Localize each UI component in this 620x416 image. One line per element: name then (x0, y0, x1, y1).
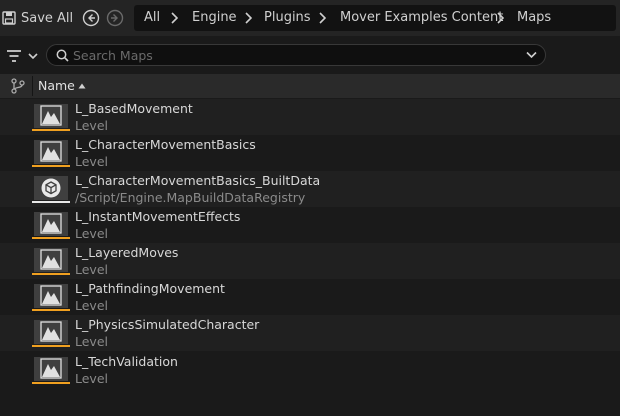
save-all-label: Save All (21, 10, 74, 26)
level-icon (32, 104, 70, 131)
column-header: Name (0, 74, 620, 99)
asset-type: Level (75, 371, 108, 386)
filter-icon[interactable] (6, 48, 40, 64)
asset-type: Level (75, 298, 108, 313)
save-all-button[interactable]: Save All (2, 9, 73, 27)
asset-name: L_CharacterMovementBasics_BuiltData (75, 173, 321, 188)
level-icon (32, 140, 70, 167)
asset-row[interactable]: L_CharacterMovementBasics_BuiltData /Scr… (0, 171, 620, 207)
search-input[interactable] (73, 46, 513, 64)
asset-row[interactable]: L_PathfindingMovement Level (0, 279, 620, 315)
filter-row (0, 42, 620, 70)
asset-name: L_LayeredMoves (75, 245, 179, 260)
breadcrumb-item-engine[interactable]: Engine (192, 5, 237, 31)
asset-type: Level (75, 262, 108, 277)
asset-type: Level (75, 226, 108, 241)
asset-type: Level (75, 334, 108, 349)
source-control-icon[interactable] (10, 78, 26, 94)
chevron-down-icon[interactable] (526, 51, 537, 59)
breadcrumb-item-plugins[interactable]: Plugins (264, 5, 311, 31)
level-icon (32, 248, 70, 275)
content-browser-toolbar: Save All All Engine Plugins Mover Exampl… (0, 0, 620, 36)
level-icon (32, 320, 70, 347)
level-icon (32, 212, 70, 239)
column-divider[interactable] (32, 76, 33, 96)
asset-name: L_BasedMovement (75, 101, 193, 116)
asset-name: L_InstantMovementEffects (75, 209, 241, 224)
search-box (46, 44, 546, 66)
asset-row[interactable]: L_InstantMovementEffects Level (0, 207, 620, 243)
chevron-right-icon[interactable] (244, 12, 252, 24)
level-icon (32, 357, 70, 384)
asset-row[interactable]: L_CharacterMovementBasics Level (0, 135, 620, 171)
breadcrumb-item-mover-examples-content[interactable]: Mover Examples Content (340, 5, 503, 31)
breadcrumb-item-maps[interactable]: Maps (517, 5, 551, 31)
asset-row[interactable]: L_LayeredMoves Level (0, 243, 620, 279)
forward-arrow-icon[interactable] (106, 9, 124, 27)
asset-row[interactable]: L_PhysicsSimulatedCharacter Level (0, 315, 620, 351)
asset-type: Level (75, 118, 108, 133)
asset-row[interactable]: L_TechValidation Level (0, 352, 620, 388)
breadcrumb-item-all[interactable]: All (144, 5, 160, 31)
asset-name: L_PhysicsSimulatedCharacter (75, 317, 260, 332)
asset-name: L_PathfindingMovement (75, 281, 225, 296)
asset-type: /Script/Engine.MapBuildDataRegistry (75, 190, 306, 205)
save-icon (2, 11, 16, 25)
chevron-right-icon[interactable] (496, 12, 504, 24)
asset-name: L_TechValidation (75, 354, 178, 369)
breadcrumb: All Engine Plugins Mover Examples Conten… (134, 5, 616, 31)
chevron-right-icon[interactable] (318, 12, 326, 24)
sort-ascending-icon[interactable] (78, 83, 86, 89)
asset-type: Level (75, 154, 108, 169)
level-icon (32, 284, 70, 311)
asset-name: L_CharacterMovementBasics (75, 137, 256, 152)
back-arrow-icon[interactable] (82, 9, 100, 27)
asset-row[interactable]: L_BasedMovement Level (0, 99, 620, 135)
chevron-right-icon[interactable] (170, 12, 178, 24)
name-column-header[interactable]: Name (38, 74, 75, 98)
search-icon (56, 49, 69, 62)
build-data-icon (32, 176, 70, 203)
